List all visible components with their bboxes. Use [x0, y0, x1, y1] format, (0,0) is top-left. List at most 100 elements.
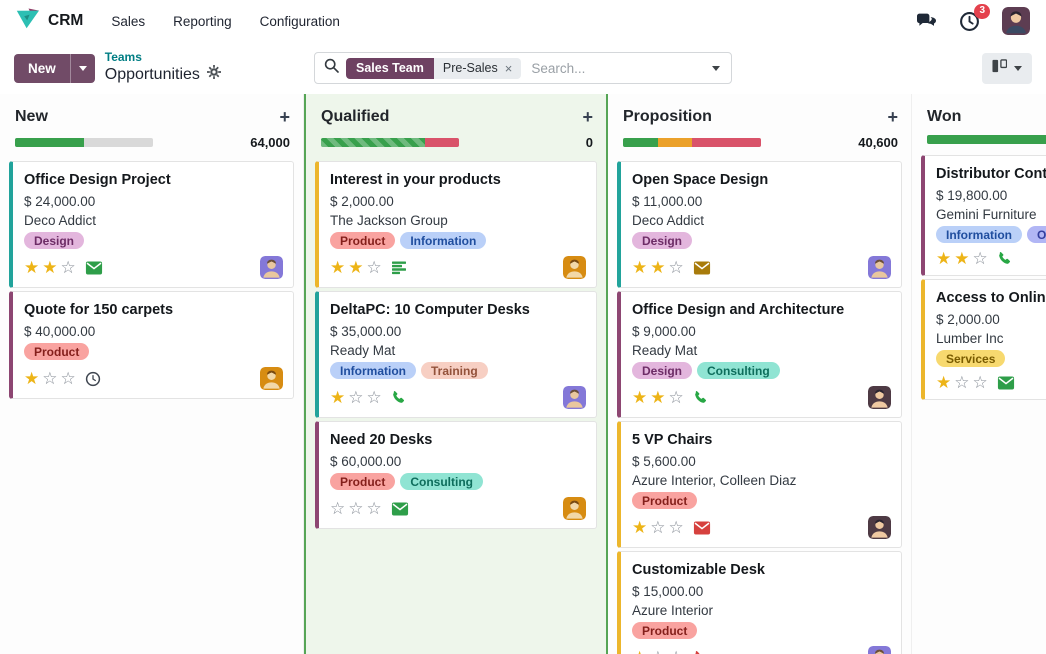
opportunity-card[interactable]: DeltaPC: 10 Computer Desks $ 35,000.00 R… [315, 291, 597, 418]
messages-icon[interactable] [916, 13, 937, 30]
app-switcher[interactable]: CRM [16, 8, 83, 34]
star-filled-icon[interactable]: ★ [650, 259, 665, 276]
star-empty-icon[interactable]: ☆ [330, 500, 345, 517]
new-button[interactable]: New [14, 54, 70, 83]
phone-activity-icon[interactable] [997, 251, 1012, 266]
progressbar-segment[interactable] [425, 138, 460, 147]
add-record-icon[interactable]: + [582, 108, 593, 126]
star-empty-icon[interactable]: ☆ [669, 389, 684, 406]
progressbar-segment[interactable] [15, 138, 84, 147]
salesperson-avatar[interactable] [260, 367, 283, 390]
star-filled-icon[interactable]: ★ [650, 389, 665, 406]
star-empty-icon[interactable]: ☆ [669, 649, 684, 654]
salesperson-avatar[interactable] [868, 256, 891, 279]
priority-stars[interactable]: ★★☆ [24, 259, 76, 276]
priority-stars[interactable]: ★★☆ [632, 259, 684, 276]
settings-gear-icon[interactable] [207, 65, 221, 84]
star-empty-icon[interactable]: ☆ [61, 370, 76, 387]
star-empty-icon[interactable]: ☆ [42, 370, 57, 387]
opportunity-card[interactable]: Need 20 Desks $ 60,000.00 ProductConsult… [315, 421, 597, 529]
star-empty-icon[interactable]: ☆ [367, 389, 382, 406]
star-filled-icon[interactable]: ★ [24, 259, 39, 276]
opportunity-card[interactable]: Office Design and Architecture $ 9,000.0… [617, 291, 902, 418]
envelope-activity-icon[interactable] [391, 502, 409, 516]
star-empty-icon[interactable]: ☆ [669, 259, 684, 276]
opportunity-card[interactable]: Office Design Project $ 24,000.00 Deco A… [9, 161, 294, 288]
salesperson-avatar[interactable] [563, 256, 586, 279]
progressbar-segment[interactable] [927, 135, 1046, 144]
priority-stars[interactable]: ★★☆ [632, 389, 684, 406]
envelope-activity-icon[interactable] [693, 261, 711, 275]
opportunity-card[interactable]: Access to Online Catalog $ 2,000.00 Lumb… [921, 279, 1046, 400]
star-filled-icon[interactable]: ★ [348, 259, 363, 276]
priority-stars[interactable]: ★☆☆ [936, 374, 988, 391]
menu-sales[interactable]: Sales [111, 14, 145, 29]
star-filled-icon[interactable]: ★ [330, 259, 345, 276]
star-filled-icon[interactable]: ★ [24, 370, 39, 387]
priority-stars[interactable]: ☆☆☆ [330, 500, 382, 517]
star-filled-icon[interactable]: ★ [632, 389, 647, 406]
star-filled-icon[interactable]: ★ [632, 259, 647, 276]
opportunity-card[interactable]: Interest in your products $ 2,000.00 The… [315, 161, 597, 288]
priority-stars[interactable]: ★☆☆ [24, 370, 76, 387]
menu-reporting[interactable]: Reporting [173, 14, 232, 29]
salesperson-avatar[interactable] [563, 497, 586, 520]
view-switcher-button[interactable] [982, 53, 1032, 84]
salesperson-avatar[interactable] [260, 256, 283, 279]
opportunity-card[interactable]: Distributor Contract $ 19,800.00 Gemini … [921, 155, 1046, 276]
column-progressbar[interactable] [623, 138, 761, 147]
add-record-icon[interactable]: + [279, 108, 290, 126]
search-options-toggle[interactable] [701, 53, 731, 83]
star-filled-icon[interactable]: ★ [936, 250, 951, 267]
star-filled-icon[interactable]: ★ [632, 519, 647, 536]
priority-stars[interactable]: ★☆☆ [330, 389, 382, 406]
facet-remove-icon[interactable]: × [505, 62, 513, 75]
list-activity-icon[interactable] [391, 261, 407, 275]
star-empty-icon[interactable]: ☆ [973, 250, 988, 267]
breadcrumb-teams-link[interactable]: Teams [105, 51, 221, 65]
phone-activity-icon[interactable] [693, 390, 708, 405]
column-progressbar[interactable] [927, 135, 1046, 144]
phone-activity-icon[interactable] [693, 650, 708, 654]
user-menu-avatar[interactable] [1002, 7, 1030, 35]
star-empty-icon[interactable]: ☆ [669, 519, 684, 536]
priority-stars[interactable]: ★★☆ [330, 259, 382, 276]
progressbar-segment[interactable] [658, 138, 693, 147]
star-empty-icon[interactable]: ☆ [367, 259, 382, 276]
star-empty-icon[interactable]: ☆ [61, 259, 76, 276]
opportunity-card[interactable]: Open Space Design $ 11,000.00 Deco Addic… [617, 161, 902, 288]
salesperson-avatar[interactable] [868, 386, 891, 409]
column-progressbar[interactable] [321, 138, 459, 147]
star-filled-icon[interactable]: ★ [632, 649, 647, 654]
search-input[interactable]: Search... [531, 61, 701, 76]
envelope-activity-icon[interactable] [997, 376, 1015, 390]
priority-stars[interactable]: ★☆☆ [632, 649, 684, 654]
phone-activity-icon[interactable] [391, 390, 406, 405]
star-filled-icon[interactable]: ★ [954, 250, 969, 267]
star-empty-icon[interactable]: ☆ [367, 500, 382, 517]
priority-stars[interactable]: ★☆☆ [632, 519, 684, 536]
star-filled-icon[interactable]: ★ [42, 259, 57, 276]
star-empty-icon[interactable]: ☆ [973, 374, 988, 391]
progressbar-segment[interactable] [321, 138, 425, 147]
envelope-activity-icon[interactable] [693, 521, 711, 535]
star-filled-icon[interactable]: ★ [330, 389, 345, 406]
priority-stars[interactable]: ★★☆ [936, 250, 988, 267]
star-empty-icon[interactable]: ☆ [650, 649, 665, 654]
salesperson-avatar[interactable] [563, 386, 586, 409]
add-record-icon[interactable]: + [887, 108, 898, 126]
opportunity-card[interactable]: Customizable Desk $ 15,000.00 Azure Inte… [617, 551, 902, 654]
salesperson-avatar[interactable] [868, 646, 891, 654]
envelope-activity-icon[interactable] [85, 261, 103, 275]
progressbar-segment[interactable] [623, 138, 658, 147]
activities-clock-icon[interactable]: 3 [959, 11, 980, 32]
salesperson-avatar[interactable] [868, 516, 891, 539]
progressbar-segment[interactable] [692, 138, 761, 147]
star-empty-icon[interactable]: ☆ [954, 374, 969, 391]
menu-configuration[interactable]: Configuration [260, 14, 340, 29]
star-empty-icon[interactable]: ☆ [348, 389, 363, 406]
search-bar[interactable]: Sales Team Pre-Sales × Search... [314, 52, 732, 84]
opportunity-card[interactable]: Quote for 150 carpets $ 40,000.00 Produc… [9, 291, 294, 399]
new-button-dropdown[interactable] [70, 54, 95, 83]
clock-activity-icon[interactable] [85, 371, 101, 387]
